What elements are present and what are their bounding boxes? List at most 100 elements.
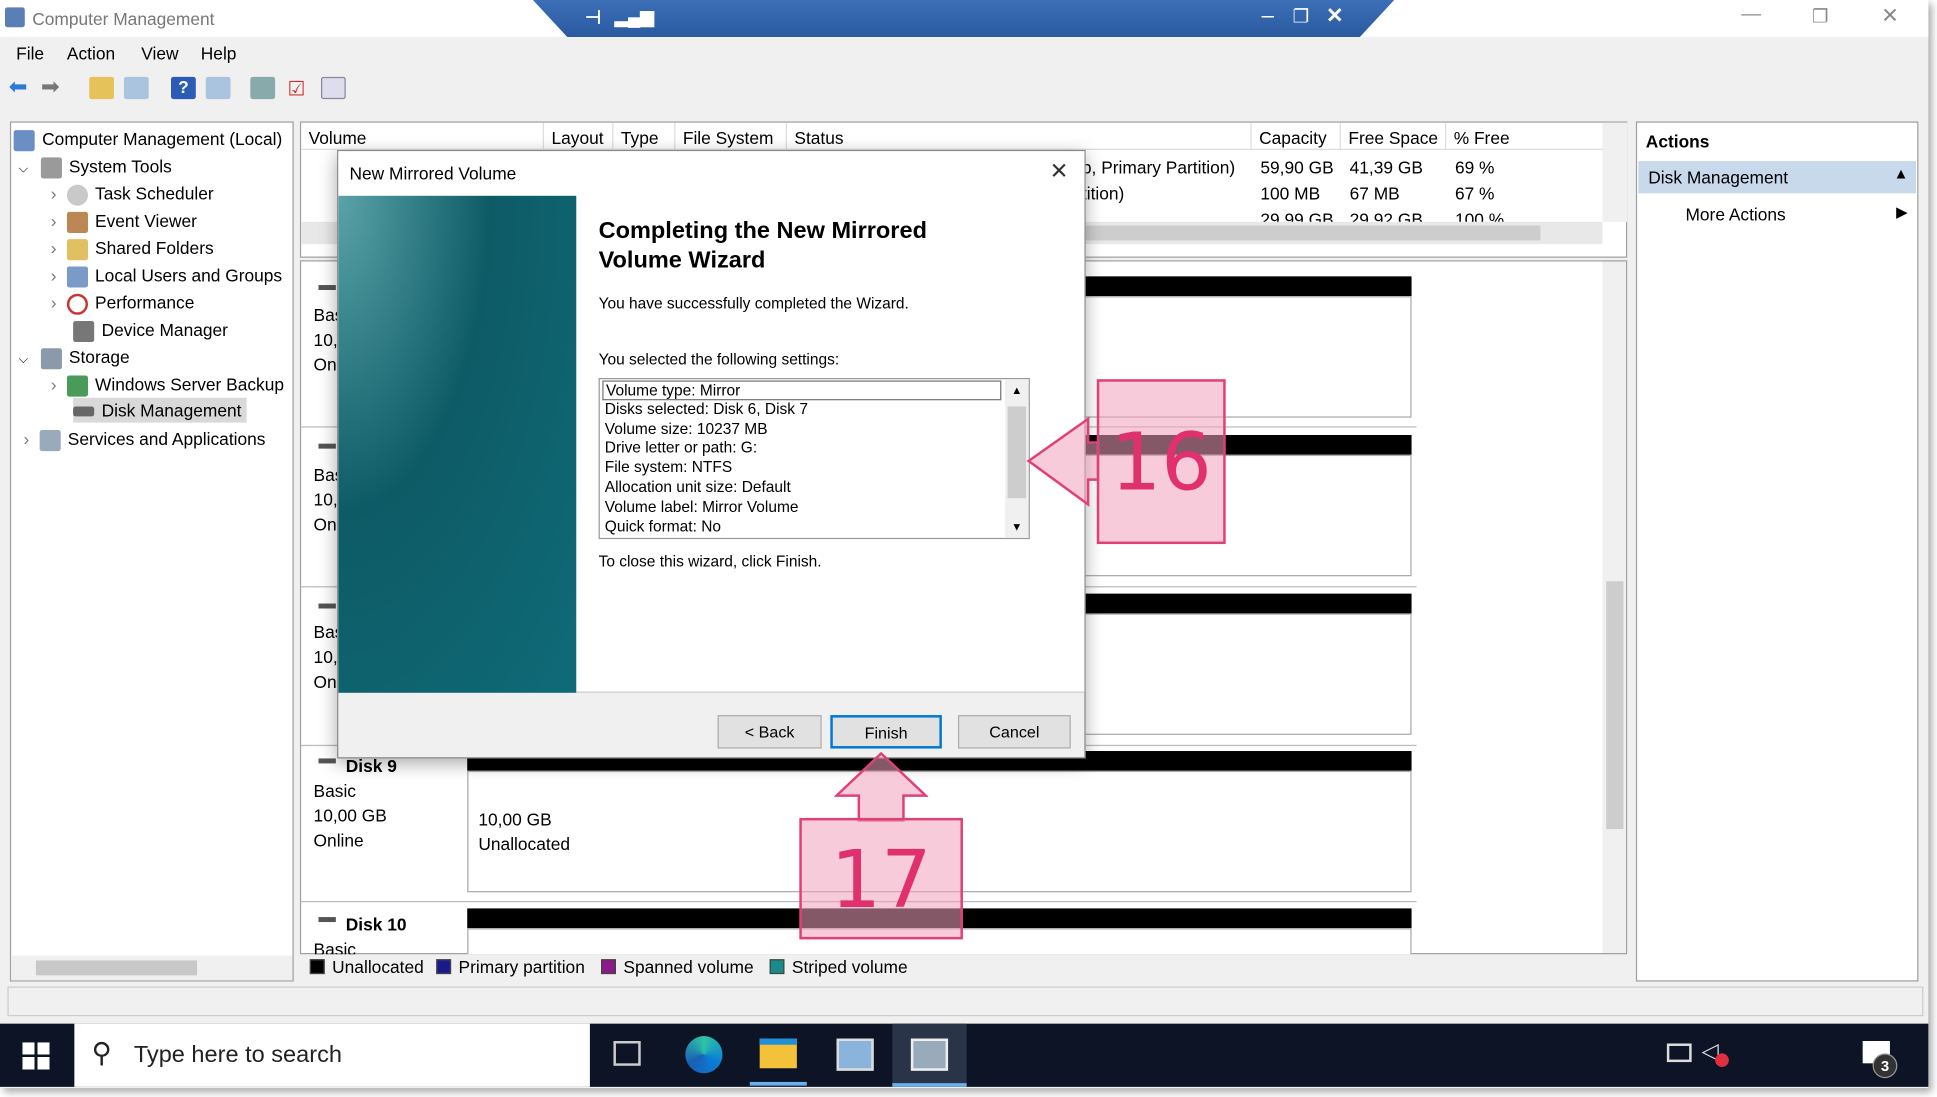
settings-list[interactable]: Volume type: Mirror Disks selected: Disk… [598, 377, 1030, 540]
callout-16-arrow [1026, 416, 1100, 507]
chevron-right-icon[interactable]: › [51, 183, 57, 203]
computer-mgmt-icon [13, 129, 35, 151]
chevron-right-icon[interactable]: › [51, 265, 57, 285]
setting-line: Volume label: Mirror Volume [604, 497, 799, 516]
dialog-close-button[interactable]: ✕ [1050, 159, 1069, 185]
taskbar: ⚲ Type here to search ◁ 3 [0, 1023, 1929, 1087]
maximize-button[interactable]: ❐ [1812, 5, 1829, 27]
status-bar [7, 986, 1924, 1017]
tree-label: Services and Applications [67, 428, 266, 449]
app-icon [4, 7, 25, 28]
tree-item-task-scheduler[interactable]: › Task Scheduler [51, 181, 214, 206]
edge-browser-icon[interactable] [685, 1036, 723, 1074]
volume-list-header: Volume Layout Type File System Status Ca… [301, 122, 1626, 150]
action-pane-icon[interactable] [205, 76, 231, 100]
col-pct-free[interactable]: % Free [1446, 123, 1595, 150]
checklist-icon[interactable]: ☑ [288, 77, 313, 100]
col-free-space[interactable]: Free Space [1341, 122, 1447, 150]
services-icon [39, 429, 61, 451]
volume-list-vscrollbar[interactable] [1602, 122, 1628, 222]
back-arrow-icon[interactable]: ⬅ [9, 74, 34, 99]
chevron-right-icon[interactable]: › [51, 292, 57, 312]
tree-item-performance[interactable]: › Performance [51, 290, 195, 315]
device-manager-icon [73, 320, 95, 342]
success-message: You have successfully completed the Wiza… [598, 294, 909, 313]
up-folder-icon[interactable] [89, 76, 115, 100]
properties-icon[interactable] [320, 76, 346, 100]
close-button[interactable]: ✕ [1881, 4, 1899, 29]
start-windows-icon[interactable] [22, 1042, 50, 1070]
scroll-up-icon[interactable]: ▲ [1011, 382, 1022, 402]
disk-view-vscrollbar[interactable] [1602, 261, 1626, 954]
chevron-right-icon[interactable]: › [51, 238, 57, 258]
pin-icon[interactable]: ⊣ [585, 6, 601, 28]
connect-icon[interactable] [250, 76, 276, 100]
menu-action[interactable]: Action [67, 43, 115, 63]
signal-icon[interactable]: ▂▄▆ [615, 6, 654, 27]
col-file-system[interactable]: File System [675, 122, 787, 150]
scroll-down-icon[interactable]: ▼ [1011, 518, 1022, 538]
back-button[interactable]: < Back [717, 715, 822, 749]
event-viewer-icon [66, 211, 88, 233]
menu-view[interactable]: View [141, 43, 178, 63]
chevron-right-icon[interactable]: › [24, 429, 30, 449]
forward-arrow-icon[interactable]: ➡ [41, 74, 66, 99]
tree-item-event-viewer[interactable]: › Event Viewer [51, 208, 197, 233]
scrollbar-thumb[interactable] [35, 960, 198, 976]
col-layout[interactable]: Layout [544, 122, 614, 150]
tree-horizontal-scrollbar[interactable] [11, 955, 293, 981]
disk-size: 10, [313, 489, 338, 510]
cancel-button[interactable]: Cancel [957, 715, 1071, 749]
collapse-up-icon[interactable]: ▲ [1894, 165, 1909, 182]
chevron-down-icon[interactable]: ⌵ [19, 353, 28, 367]
scrollbar-thumb[interactable] [1007, 406, 1027, 499]
server-manager-icon[interactable] [836, 1038, 874, 1071]
rdp-restore-icon[interactable]: ❐ [1293, 5, 1310, 27]
rdp-minimize-icon[interactable]: – [1262, 2, 1274, 28]
file-explorer-icon[interactable] [759, 1038, 797, 1069]
tree-label: Storage [68, 347, 130, 367]
scrollbar-thumb[interactable] [1081, 225, 1541, 241]
menu-help[interactable]: Help [201, 43, 237, 63]
partition-size: 10,00 GB [478, 809, 552, 830]
chevron-right-icon[interactable]: › [51, 374, 57, 394]
mute-badge-icon [1715, 1053, 1729, 1068]
tree-item-computer-management[interactable]: Computer Management (Local) [13, 126, 283, 151]
disk-icon [318, 443, 336, 449]
action-label: More Actions [1685, 204, 1786, 225]
task-view-icon[interactable] [613, 1041, 641, 1066]
tree-item-shared-folders[interactable]: › Shared Folders [51, 235, 214, 261]
finish-button[interactable]: Finish [830, 715, 942, 749]
show-hide-tree-icon[interactable] [123, 76, 149, 100]
tree-item-disk-management[interactable]: Disk Management [73, 397, 247, 423]
chevron-down-icon[interactable]: ⌵ [19, 162, 28, 176]
network-icon[interactable] [1666, 1043, 1692, 1063]
help-icon[interactable]: ? [171, 76, 196, 100]
col-capacity[interactable]: Capacity [1252, 122, 1341, 150]
scrollbar-thumb[interactable] [1606, 581, 1624, 830]
settings-scrollbar[interactable]: ▲ ▼ [1005, 379, 1029, 538]
actions-header: Actions [1645, 131, 1710, 152]
taskbar-search-box[interactable]: ⚲ Type here to search [74, 1023, 590, 1087]
minimize-button[interactable]: — [1741, 4, 1761, 26]
col-status[interactable]: Status [787, 122, 1252, 150]
col-type[interactable]: Type [613, 122, 676, 150]
tree-item-local-users-groups[interactable]: › Local Users and Groups [51, 263, 282, 288]
col-volume[interactable]: Volume [301, 122, 545, 150]
tree-item-windows-server-backup[interactable]: › Windows Server Backup [51, 372, 284, 397]
menu-file[interactable]: File [16, 43, 44, 63]
tree-item-services-applications[interactable]: › Services and Applications [24, 426, 266, 451]
disk-state: On [313, 514, 337, 535]
computer-management-taskbar-button[interactable] [892, 1023, 967, 1087]
disk-name: Disk 10 [345, 914, 407, 935]
volume-status: p, Primary Partition) [1081, 157, 1236, 178]
tree-item-device-manager[interactable]: Device Manager [73, 317, 228, 342]
chevron-right-icon[interactable]: › [51, 211, 57, 231]
tree-item-system-tools[interactable]: ⌵ System Tools [19, 154, 172, 179]
callout-17-arrow [834, 751, 929, 822]
action-more-actions[interactable]: More Actions ▶ [1638, 201, 1916, 228]
rdp-close-icon[interactable]: ✕ [1326, 4, 1344, 29]
swatch [436, 959, 452, 975]
tree-item-storage[interactable]: ⌵ Storage [19, 345, 130, 370]
actions-section-disk-management[interactable]: Disk Management ▲ [1638, 161, 1916, 194]
